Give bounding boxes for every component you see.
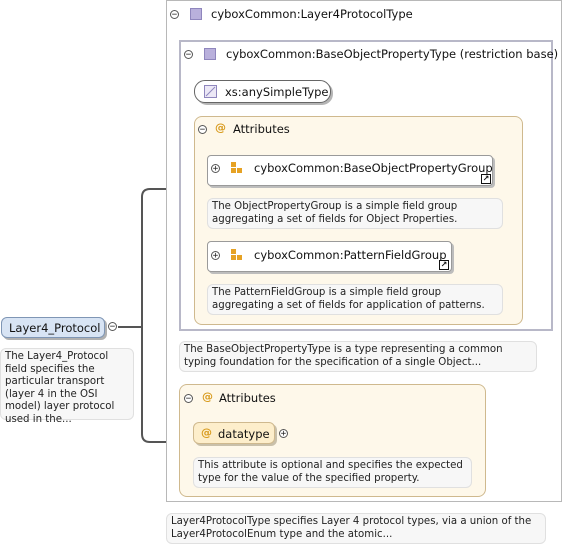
root-element-label: Layer4_Protocol <box>9 321 101 335</box>
datatype-attribute[interactable]: @ datatype <box>193 422 275 444</box>
simple-type-pill[interactable]: xs:anySimpleType <box>194 80 331 103</box>
group-1-expand-icon[interactable]: + <box>211 164 220 174</box>
simple-type-icon <box>204 85 217 98</box>
group-1-note: The ObjectPropertyGroup is a simple fiel… <box>207 198 503 229</box>
group-2-label: cyboxCommon:PatternFieldGroup <box>254 248 447 262</box>
simple-type-label: xs:anySimpleType <box>225 85 329 99</box>
base-title: cyboxCommon:BaseObjectPropertyType (rest… <box>226 47 559 61</box>
group-2-expand-icon[interactable]: + <box>211 251 220 261</box>
type-attributes-label: Attributes <box>219 391 276 405</box>
group-2-note: The PatternFieldGroup is a simple field … <box>207 284 503 315</box>
root-collapse-icon[interactable]: − <box>108 322 117 332</box>
group-1-icon <box>231 162 243 174</box>
base-attributes-at-icon: @ <box>215 121 226 134</box>
base-attributes-label: Attributes <box>233 122 290 136</box>
type-attributes-at-icon: @ <box>202 390 213 403</box>
root-note: The Layer4_Protocol field specifies the … <box>0 348 134 425</box>
datatype-note: This attribute is optional and specifies… <box>193 457 472 488</box>
type-title: cyboxCommon:Layer4ProtocolType <box>211 7 413 21</box>
group-2-icon <box>231 249 243 261</box>
base-collapse-icon[interactable]: − <box>184 50 193 60</box>
group-2-link-arrow-icon[interactable]: ↗ <box>439 260 449 270</box>
base-square-icon <box>204 48 216 60</box>
type-square-icon <box>190 8 202 20</box>
type-attributes-collapse-icon[interactable]: − <box>184 394 193 404</box>
datatype-label: datatype <box>218 427 270 441</box>
group-1-label: cyboxCommon:BaseObjectPropertyGroup <box>254 161 493 175</box>
base-attributes-collapse-icon[interactable]: − <box>198 125 207 135</box>
datatype-expand-icon[interactable]: + <box>279 429 288 439</box>
datatype-at-icon: @ <box>201 426 212 439</box>
base-note: The BaseObjectPropertyType is a type rep… <box>179 341 537 372</box>
root-element[interactable]: Layer4_Protocol <box>1 317 105 338</box>
group-1-link-arrow-icon[interactable]: ↗ <box>481 174 491 184</box>
type-collapse-icon[interactable]: − <box>170 10 179 20</box>
type-note: Layer4ProtocolType specifies Layer 4 pro… <box>166 513 546 544</box>
